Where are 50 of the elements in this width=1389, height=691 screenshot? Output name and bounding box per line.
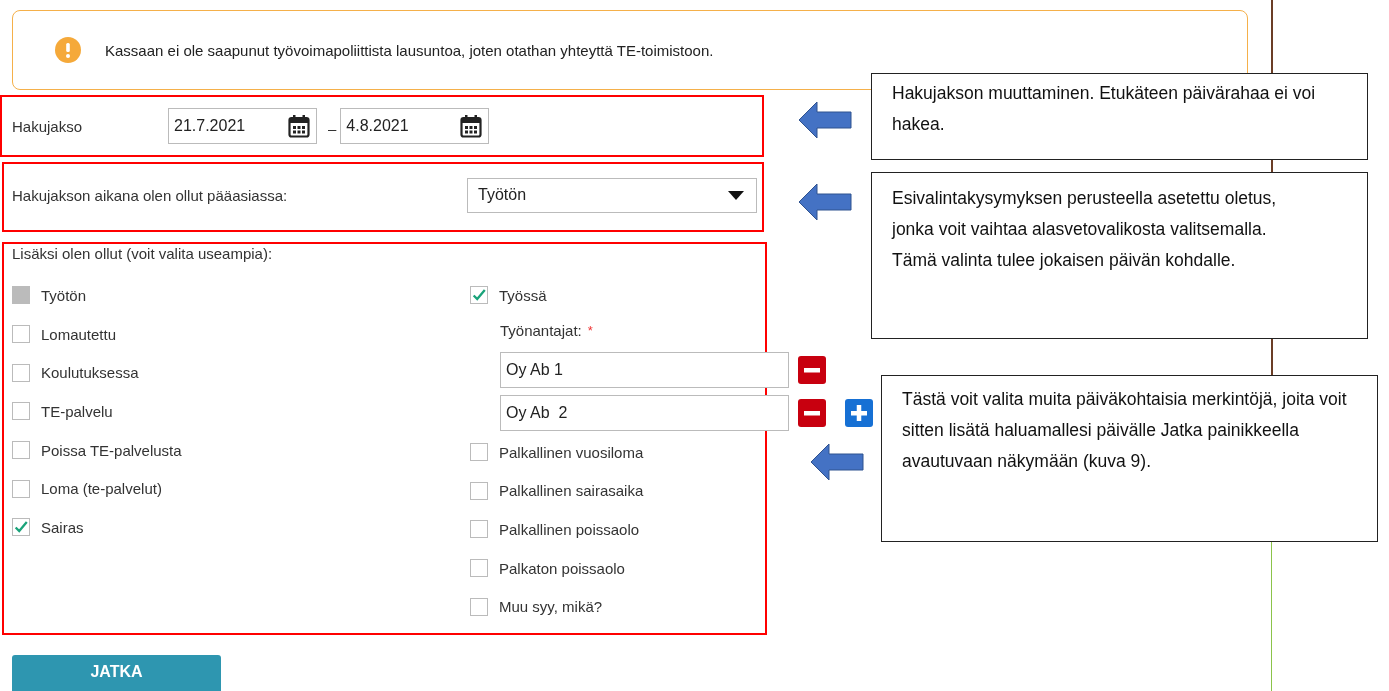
checkbox-label: TE-palvelu [41,402,113,420]
checkbox-label: Poissa TE-palvelusta [41,441,182,459]
employer-field[interactable]: Oy Ab 1 [500,351,789,388]
checkbox[interactable] [12,402,30,421]
arrow-icon [798,101,852,139]
remove-button[interactable] [798,398,826,427]
warning-icon [55,37,81,63]
field-label: Hakujakson aikana olen ollut pääasiassa: [12,186,288,204]
section-heading: Lisäksi olen ollut (voit valita useampia): [12,245,273,263]
callout-text: Hakujakson muuttaminen. Etukäteen päivärahaa ei voi hakea. [892,83,1316,134]
add-button[interactable] [845,398,873,427]
arrow-icon [798,183,852,221]
checkbox[interactable] [12,363,30,382]
checkbox[interactable] [470,597,488,616]
checkbox-label: Muu syy, mikä? [499,598,603,616]
checkbox-label: Palkallinen poissaolo [499,520,640,538]
checkbox[interactable] [470,520,488,539]
calendar-icon [460,114,483,138]
checkbox[interactable] [12,479,30,498]
checkbox[interactable] [12,325,30,344]
alert-message: Kassaan ei ole saapunut työvoimapoliittista lausuntoa, joten otathan yhteyttä TE-toimistoon. [105,41,714,59]
field-label: Työnantajat: [500,322,582,340]
checkbox-label: Työssä [499,286,547,304]
checkbox[interactable] [470,559,488,578]
checkbox-label: Palkallinen vuosiloma [499,443,644,461]
callout-text: Esivalintakysymyksen perusteella asetettu oletus, jonka voit vaihtaa alasvetovalikosta valitsemalla. Tämä valinta tulee jokaisen päivän kohdalle. [892,188,1277,270]
remove-button[interactable] [798,355,826,384]
checkbox-label: Palkallinen sairasaika [499,482,644,500]
arrow-icon [810,443,864,481]
field-label: Hakujakso [12,117,84,135]
checkbox[interactable] [12,441,30,460]
date-field[interactable]: 21.7.2021 [168,108,317,144]
callout-text: Tästä voit valita muita päiväkohtaisia merkintöjä, joita voit sitten lisätä haluamallesi päivälle Jatka painikkeella avautuvaan näkymään (kuva 9). [902,389,1347,471]
required-mark: * [587,323,593,339]
checkbox-label: Koulutuksessa [41,364,139,382]
checkbox[interactable] [470,286,488,305]
checkbox-label: Lomautettu [41,325,117,343]
status-dropdown[interactable]: Työtön [467,177,757,213]
checkbox-label: Palkaton poissaolo [499,559,625,577]
checkbox-label: Työtön [41,286,87,304]
checkbox[interactable] [470,443,488,462]
checkbox-label: Sairas [41,518,84,536]
checkbox[interactable] [470,481,488,500]
caret-icon [728,190,744,200]
checkbox[interactable] [12,518,30,537]
date-field[interactable]: 4.8.2021 [340,108,490,144]
calendar-icon [288,114,310,138]
checkbox-label: Loma (te-palvelut) [41,480,162,498]
range-separator: – [328,119,337,137]
employer-field[interactable]: Oy Ab 2 [500,394,789,431]
